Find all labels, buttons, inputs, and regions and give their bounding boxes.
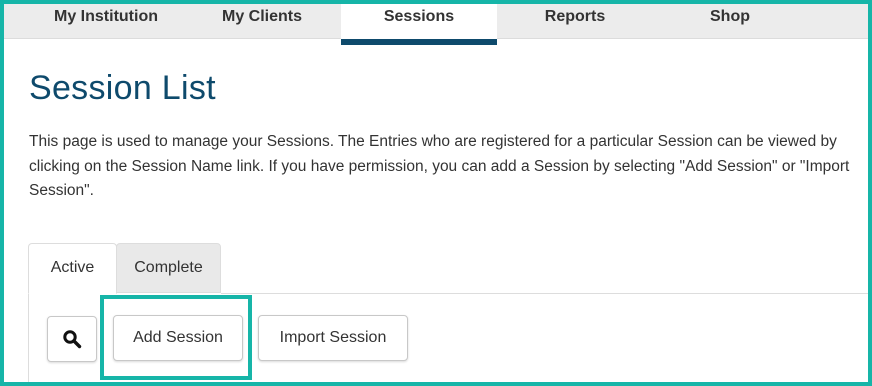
tab-active[interactable]: Active xyxy=(28,243,117,294)
nav-my-institution[interactable]: My Institution xyxy=(44,0,168,38)
search-icon xyxy=(63,330,82,349)
nav-sessions[interactable]: Sessions xyxy=(341,0,497,45)
page-title: Session List xyxy=(29,69,216,107)
add-session-button[interactable]: Add Session xyxy=(113,315,243,361)
nav-reports[interactable]: Reports xyxy=(530,0,620,38)
nav-my-clients[interactable]: My Clients xyxy=(200,0,324,38)
import-session-button[interactable]: Import Session xyxy=(258,315,408,361)
tab-complete[interactable]: Complete xyxy=(116,243,221,293)
page-description: This page is used to manage your Session… xyxy=(29,133,850,199)
nav-shop[interactable]: Shop xyxy=(690,0,770,38)
search-button[interactable] xyxy=(47,316,97,362)
top-navigation: My Institution My Clients Sessions Repor… xyxy=(0,0,872,45)
